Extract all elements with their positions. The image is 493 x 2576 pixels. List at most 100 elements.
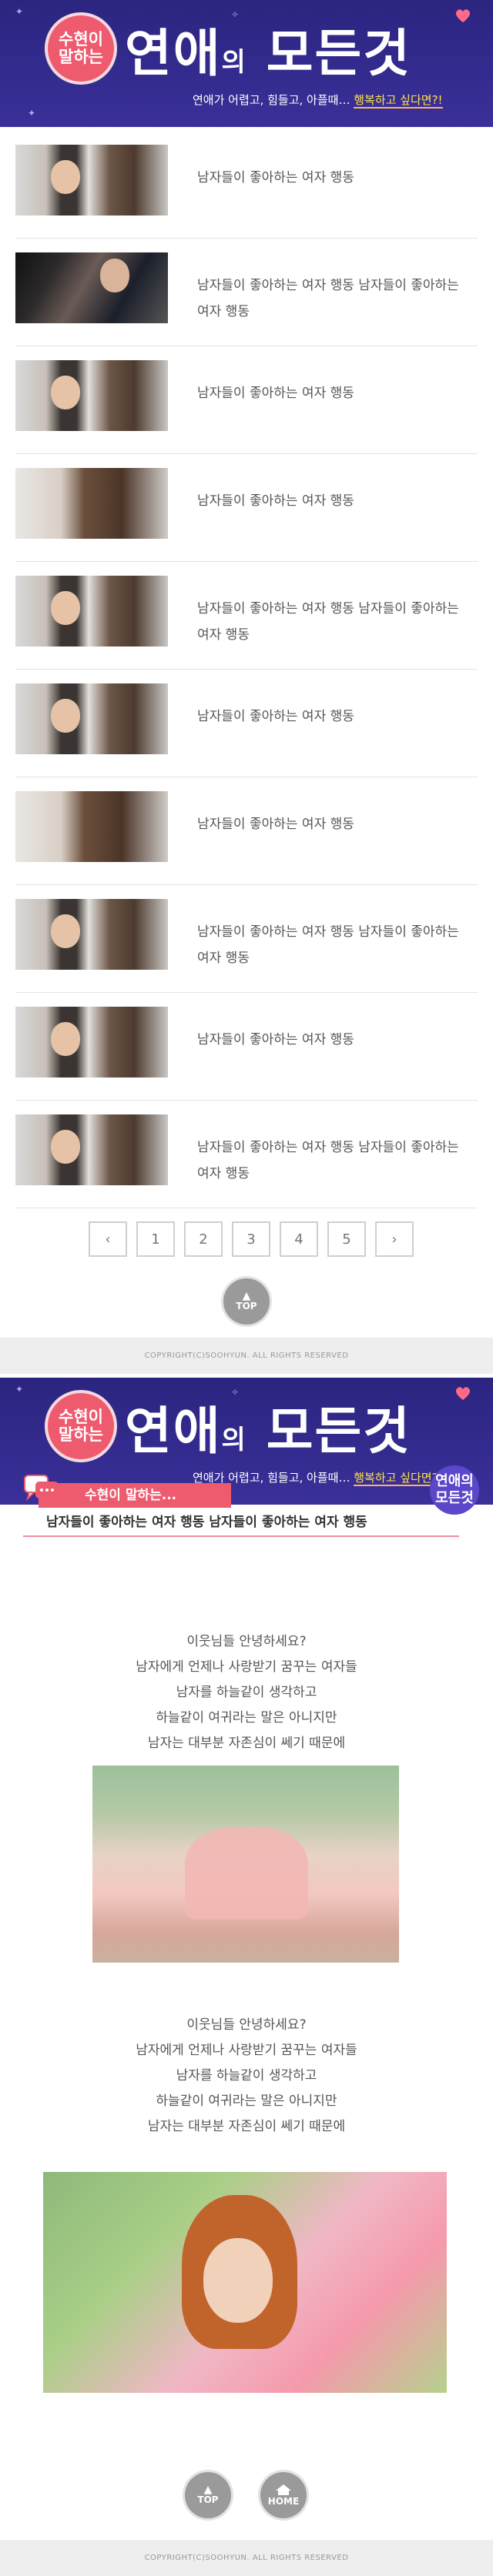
home-button-label: HOME: [267, 2496, 300, 2507]
face-shape: [51, 1022, 80, 1056]
brand-main: 연애: [125, 1402, 222, 1461]
prev-page-button[interactable]: ‹: [89, 1221, 127, 1257]
badge-line1: 수현이: [59, 1407, 103, 1426]
page-5-button[interactable]: 5: [327, 1221, 366, 1257]
tagline-text: 연애가 어렵고, 힘들고, 아플때…: [193, 93, 354, 107]
post-title[interactable]: 남자들이 좋아하는 여자 행동: [197, 1027, 462, 1053]
heart-icon: [455, 1387, 471, 1401]
post-title[interactable]: 남자들이 좋아하는 여자 행동: [197, 703, 462, 730]
top-button-label: TOP: [197, 2494, 219, 2505]
arrow-up-icon: ▲: [203, 2484, 213, 2496]
list-item[interactable]: 남자들이 좋아하는 여자 행동: [15, 993, 478, 1101]
detail-photo: [43, 2172, 447, 2393]
brand-main: 연애: [125, 24, 222, 83]
circle-line1: 연애의: [435, 1473, 474, 1489]
paragraph-line: 남자를 하늘같이 생각하고: [176, 2068, 317, 2083]
paragraph-line: 하늘같이 여귀라는 말은 아니지만: [156, 1710, 337, 1726]
post-thumbnail[interactable]: [15, 1114, 168, 1185]
sparkle-icon: ✦: [15, 6, 24, 17]
post-title[interactable]: 남자들이 좋아하는 여자 행동 남자들이 좋아하는 여자 행동: [197, 1134, 462, 1187]
say-label: 수현이 말하는...: [39, 1483, 231, 1508]
badge-line1: 수현이: [59, 29, 103, 48]
logo-badge[interactable]: 수현이 말하는: [48, 1393, 114, 1459]
top-button-label: TOP: [236, 1301, 257, 1311]
list-item[interactable]: 남자들이 좋아하는 여자 행동 남자들이 좋아하는 여자 행동: [15, 239, 478, 346]
post-thumbnail[interactable]: [15, 145, 168, 216]
copyright-text: COPYRIGHT(C)SOOHYUN. ALL RIGHTS RESERVED: [144, 2554, 349, 2562]
post-thumbnail[interactable]: [15, 683, 168, 754]
list-item[interactable]: 남자들이 좋아하는 여자 행동: [15, 346, 478, 454]
page-2-button[interactable]: 2: [184, 1221, 223, 1257]
post-thumbnail[interactable]: [15, 360, 168, 431]
sparkle-icon: ✦: [28, 108, 36, 119]
list-item[interactable]: 남자들이 좋아하는 여자 행동 남자들이 좋아하는 여자 행동: [15, 1101, 478, 1208]
tagline-highlight: 행복하고 싶다면?!: [354, 1471, 443, 1486]
post-title[interactable]: 남자들이 좋아하는 여자 행동 남자들이 좋아하는 여자 행동: [197, 272, 462, 325]
logo-badge[interactable]: 수현이 말하는: [48, 15, 114, 82]
face-shape: [100, 259, 129, 292]
face-shape: [51, 914, 80, 948]
post-title[interactable]: 남자들이 좋아하는 여자 행동 남자들이 좋아하는 여자 행동: [197, 596, 462, 648]
post-thumbnail[interactable]: [15, 1007, 168, 1078]
post-title[interactable]: 남자들이 좋아하는 여자 행동 남자들이 좋아하는 여자 행동: [197, 919, 462, 971]
paragraph-line: 남자는 대부분 자존심이 쎄기 때문에: [147, 2119, 346, 2134]
list-item[interactable]: 남자들이 좋아하는 여자 행동 남자들이 좋아하는 여자 행동: [15, 885, 478, 993]
dress-shape: [185, 1827, 308, 1919]
list-item[interactable]: 남자들이 좋아하는 여자 행동: [15, 777, 478, 885]
face-shape: [51, 160, 80, 194]
brand-title[interactable]: 연애의 모든것: [125, 12, 411, 86]
list-item[interactable]: 남자들이 좋아하는 여자 행동: [15, 670, 478, 777]
post-title[interactable]: 남자들이 좋아하는 여자 행동: [197, 165, 462, 191]
paragraph-line: 이웃님들 안녕하세요?: [186, 1634, 307, 1649]
detail-paragraph: 이웃님들 안녕하세요? 남자에게 언제나 사랑받기 꿈꾸는 여자들 남자를 하늘…: [0, 1629, 493, 1756]
post-title[interactable]: 남자들이 좋아하는 여자 행동: [197, 488, 462, 514]
brand-rest: 모든것: [266, 24, 411, 83]
post-thumbnail[interactable]: [15, 252, 168, 323]
sparkle-icon: ✦: [15, 1384, 24, 1395]
home-icon: [276, 2484, 291, 2495]
speech-bubble-icon: [24, 1475, 59, 1502]
list-item[interactable]: 남자들이 좋아하는 여자 행동: [15, 131, 478, 239]
page-3-button[interactable]: 3: [232, 1221, 270, 1257]
page-4-button[interactable]: 4: [280, 1221, 318, 1257]
paragraph-line: 이웃님들 안녕하세요?: [186, 2017, 307, 2033]
badge-line2: 말하는: [59, 48, 103, 66]
face-shape: [51, 699, 80, 733]
brand-circle-badge: 연애의 모든것: [430, 1465, 479, 1515]
face-shape: [203, 2238, 273, 2323]
face-shape: [51, 376, 80, 409]
post-thumbnail[interactable]: [15, 468, 168, 539]
post-title[interactable]: 남자들이 좋아하는 여자 행동: [197, 380, 462, 406]
face-shape: [51, 591, 80, 625]
top-button[interactable]: ▲ TOP: [223, 1278, 270, 1325]
top-button[interactable]: ▲ TOP: [185, 2472, 231, 2518]
post-thumbnail[interactable]: [15, 576, 168, 647]
brand-rest: 모든것: [266, 1402, 411, 1461]
page-1-button[interactable]: 1: [136, 1221, 175, 1257]
arrow-up-icon: ▲: [242, 1290, 251, 1302]
circle-line2: 모든것: [435, 1490, 474, 1506]
footer: COPYRIGHT(C)SOOHYUN. ALL RIGHTS RESERVED: [0, 1338, 493, 1374]
badge-line2: 말하는: [59, 1425, 103, 1444]
heart-icon: [455, 9, 471, 23]
detail-title: 남자들이 좋아하는 여자 행동 남자들이 좋아하는 여자 행동: [46, 1515, 367, 1530]
face-shape: [51, 1130, 80, 1164]
post-thumbnail[interactable]: [15, 791, 168, 862]
detail-photo: [92, 1766, 399, 1963]
post-title[interactable]: 남자들이 좋아하는 여자 행동: [197, 811, 462, 837]
detail-paragraph: 이웃님들 안녕하세요? 남자에게 언제나 사랑받기 꿈꾸는 여자들 남자를 하늘…: [0, 2013, 493, 2140]
post-list: 남자들이 좋아하는 여자 행동 남자들이 좋아하는 여자 행동 남자들이 좋아하…: [0, 131, 493, 1208]
post-thumbnail[interactable]: [15, 899, 168, 970]
paragraph-line: 하늘같이 여귀라는 말은 아니지만: [156, 2093, 337, 2109]
home-button[interactable]: HOME: [260, 2472, 307, 2518]
brand-title[interactable]: 연애의 모든것: [125, 1390, 411, 1464]
tagline-highlight: 행복하고 싶다면?!: [354, 93, 443, 109]
brand-small: 의: [221, 1425, 247, 1455]
list-item[interactable]: 남자들이 좋아하는 여자 행동: [15, 454, 478, 562]
pagination: ‹ 1 2 3 4 5 ›: [89, 1221, 414, 1257]
list-item[interactable]: 남자들이 좋아하는 여자 행동 남자들이 좋아하는 여자 행동: [15, 562, 478, 670]
copyright-text: COPYRIGHT(C)SOOHYUN. ALL RIGHTS RESERVED: [144, 1351, 349, 1360]
page: ✦ ✦ ✧ 수현이 말하는 연애의 모든것 연애가 어렵고, 힘들고, 아플때……: [0, 0, 493, 2576]
next-page-button[interactable]: ›: [375, 1221, 414, 1257]
paragraph-line: 남자를 하늘같이 생각하고: [176, 1685, 317, 1700]
